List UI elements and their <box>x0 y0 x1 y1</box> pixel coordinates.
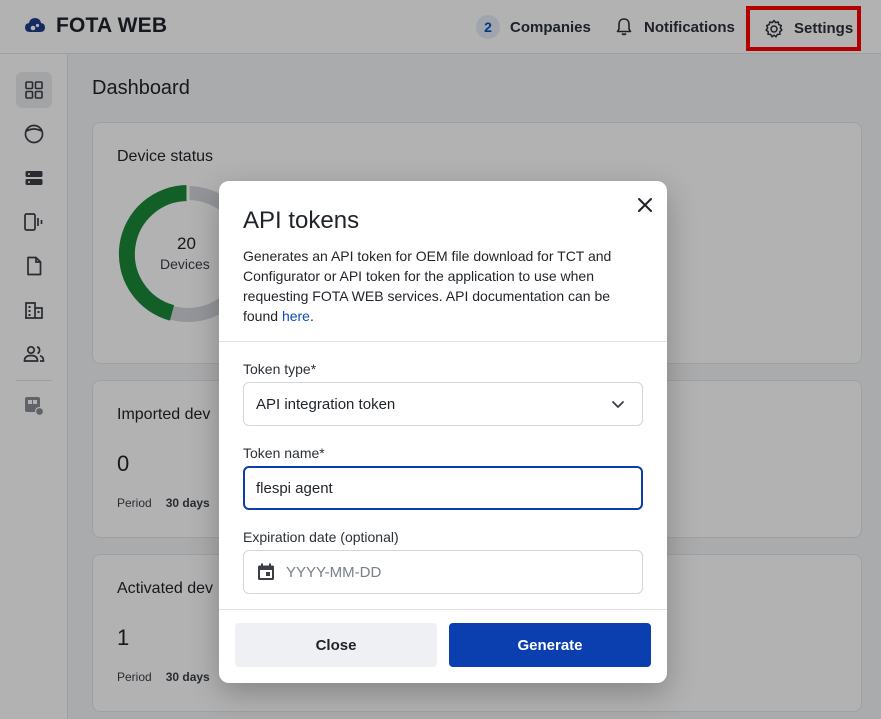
token-name-value: flespi agent <box>256 479 333 497</box>
token-type-value: API integration token <box>256 395 396 413</box>
token-name-input[interactable]: flespi agent <box>243 466 643 510</box>
dialog-divider-bottom <box>219 609 667 610</box>
token-type-select[interactable]: API integration token <box>243 382 643 426</box>
calendar-icon <box>258 563 274 580</box>
chevron-down-icon <box>612 401 624 408</box>
dialog-description: Generates an API token for OEM file down… <box>243 246 647 326</box>
token-type-label: Token type* <box>243 361 317 377</box>
dialog-title: API tokens <box>243 207 360 234</box>
close-icon <box>638 198 652 212</box>
close-dialog-button[interactable] <box>633 193 657 217</box>
dialog-divider-top <box>219 341 667 342</box>
expiration-date-input[interactable]: YYYY-MM-DD <box>243 550 643 594</box>
token-name-label: Token name* <box>243 445 325 461</box>
description-period: . <box>309 308 314 324</box>
api-documentation-link[interactable]: here <box>282 308 310 324</box>
api-tokens-dialog: API tokens Generates an API token for OE… <box>219 181 667 683</box>
expiration-date-placeholder: YYYY-MM-DD <box>286 563 382 581</box>
expiration-date-label: Expiration date (optional) <box>243 529 399 545</box>
generate-button[interactable]: Generate <box>449 623 651 667</box>
close-button[interactable]: Close <box>235 623 437 667</box>
